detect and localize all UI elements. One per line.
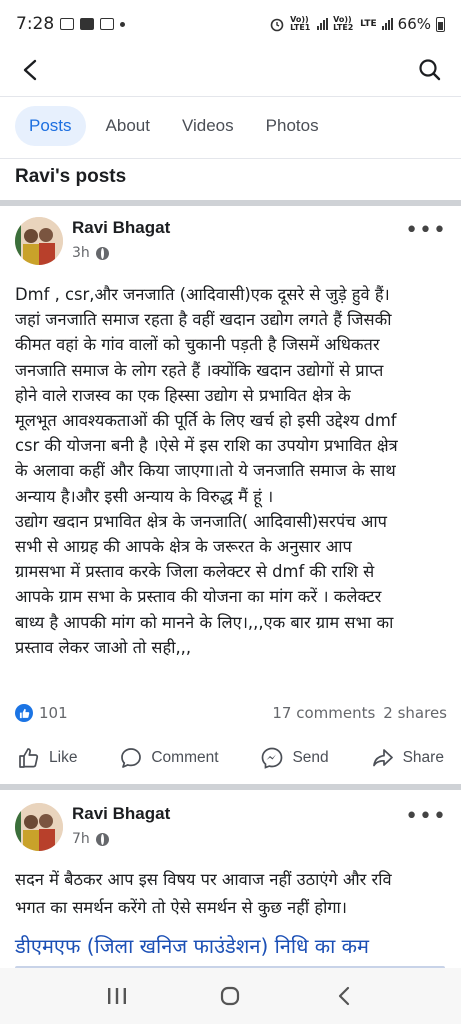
post-line: csr की योजना बनी है ।ऐसे में इस राशि का … [15, 436, 398, 456]
network-type: LTE [360, 19, 377, 29]
back-button[interactable] [14, 53, 48, 87]
post-line: सभी से आग्रह की आपके क्षेत्र के जरूरत के… [15, 537, 352, 557]
back-chevron-icon [339, 986, 350, 1006]
divider [0, 96, 461, 97]
more-notifications-icon [120, 21, 126, 27]
post-line: कीमत वहां के गांव वालों को चुकानी पड़ती … [15, 335, 380, 355]
post-line: मूलभूत आवश्यकताओं की पूर्ति के लिए खर्च … [15, 411, 397, 431]
post-line: उद्योग खदान प्रभावित क्षेत्र के जनजाति( … [15, 511, 387, 531]
share-label: Share [402, 749, 444, 766]
post-line: आपके ग्राम सभा के प्रस्ताव की योजना का म… [15, 587, 382, 607]
comment-icon [121, 748, 142, 768]
post-card: Ravi Bhagat 3h ••• Dmf , csr,और जनजाति (… [0, 206, 461, 784]
tab-photos[interactable]: Photos [254, 106, 331, 146]
gallery-icon [60, 18, 75, 30]
post-time: 3h [72, 245, 90, 261]
post-stats: 101 17 comments 2 shares [15, 702, 447, 724]
sim1-label: Vo)) LTE1 [290, 15, 311, 32]
alarm-icon [270, 18, 284, 32]
reaction-count[interactable]: 101 [39, 704, 68, 722]
post-time: 7h [72, 831, 90, 847]
tab-about[interactable]: About [94, 106, 162, 146]
notification-icon [100, 18, 115, 30]
messenger-icon [262, 747, 283, 769]
globe-icon [95, 832, 109, 846]
comment-button[interactable]: Comment [119, 746, 219, 770]
tab-posts[interactable]: Posts [15, 106, 86, 146]
search-button[interactable] [413, 53, 447, 87]
link-preview-title[interactable]: डीएमएफ (जिला खनिज फाउंडेशन) निधि का कम [15, 932, 369, 959]
post-line: अन्याय है।और इसी अन्याय के विरुद्ध मैं ह… [15, 486, 274, 506]
post-line: जहां जनजाति समाज रहता है वहीं खदान उद्यो… [15, 310, 392, 330]
signal-1-icon [317, 18, 329, 30]
share-button[interactable]: Share [371, 746, 444, 770]
send-label: Send [292, 749, 329, 766]
post-line: भगत का समर्थन करेंगे तो ऐसे समर्थन से कु… [15, 898, 348, 917]
home-button[interactable] [210, 976, 250, 1016]
send-button[interactable]: Send [260, 746, 329, 770]
share-count[interactable]: 2 shares [383, 704, 447, 722]
recent-apps-icon [107, 988, 126, 1004]
avatar[interactable] [15, 217, 63, 265]
youtube-icon [80, 18, 95, 30]
like-reaction-icon [15, 704, 33, 722]
signal-2-icon [381, 18, 393, 30]
tab-videos[interactable]: Videos [170, 106, 246, 146]
like-button[interactable]: Like [17, 746, 77, 770]
system-nav-bar [0, 968, 461, 1024]
section-title: Ravi's posts [15, 166, 127, 187]
post-body: Dmf , csr,और जनजाति (आदिवासी)एक दूसरे से… [15, 282, 451, 660]
post-line: होने वाले राजस्व का एक हिस्सा उद्योग से … [15, 385, 351, 405]
back-nav-button[interactable] [324, 976, 364, 1016]
battery-percent: 66% [397, 15, 431, 33]
post-options-button[interactable]: ••• [405, 220, 447, 242]
comment-count[interactable]: 17 comments [272, 704, 375, 722]
post-line: के अलावा कहीं और किया जाएगा।तो ये जनजाति… [15, 461, 396, 481]
post-line: Dmf , csr,और जनजाति (आदिवासी)एक दूसरे से… [15, 285, 390, 304]
profile-photo-icon [15, 217, 63, 265]
comment-label: Comment [151, 749, 219, 766]
profile-photo-icon [15, 803, 63, 851]
post-meta: 7h [72, 831, 109, 847]
battery-icon [436, 16, 445, 32]
search-icon [419, 59, 441, 81]
post-options-button[interactable]: ••• [405, 806, 447, 828]
post-line: जनजाति समाज के लोग रहते हैं ।क्योंकि खदा… [15, 360, 384, 380]
post-line: बाध्य है आपकी मांग को मानने के लिए।,,,एक… [15, 612, 394, 632]
post-line: प्रस्ताव लेकर जाओ तो सही,,, [15, 637, 192, 657]
post-author[interactable]: Ravi Bhagat [72, 804, 170, 824]
divider [0, 158, 461, 159]
profile-tabs: Posts About Videos Photos [0, 104, 461, 148]
post-line: सदन में बैठकर आप इस विषय पर आवाज नहीं उठ… [15, 870, 392, 889]
post-body: सदन में बैठकर आप इस विषय पर आवाज नहीं उठ… [15, 866, 451, 922]
thumbs-up-icon [19, 748, 39, 768]
back-arrow-icon [23, 59, 37, 81]
top-bar [0, 48, 461, 92]
home-icon [221, 986, 240, 1006]
post-author[interactable]: Ravi Bhagat [72, 218, 170, 238]
recent-apps-button[interactable] [97, 976, 137, 1016]
status-time: 7:28 [16, 14, 55, 34]
post-line: ग्रामसभा में प्रस्ताव करके जिला कलेक्टर … [15, 562, 375, 582]
avatar[interactable] [15, 803, 63, 851]
globe-icon [95, 246, 109, 260]
post-actions: Like Comment Send Share [0, 740, 461, 776]
sim2-label: Vo)) LTE2 [333, 15, 354, 32]
share-icon [372, 749, 393, 767]
post-meta: 3h [72, 245, 109, 261]
like-label: Like [49, 749, 78, 766]
status-bar: 7:28 Vo)) LTE1 Vo)) LTE2 LTE 66% [0, 0, 461, 48]
